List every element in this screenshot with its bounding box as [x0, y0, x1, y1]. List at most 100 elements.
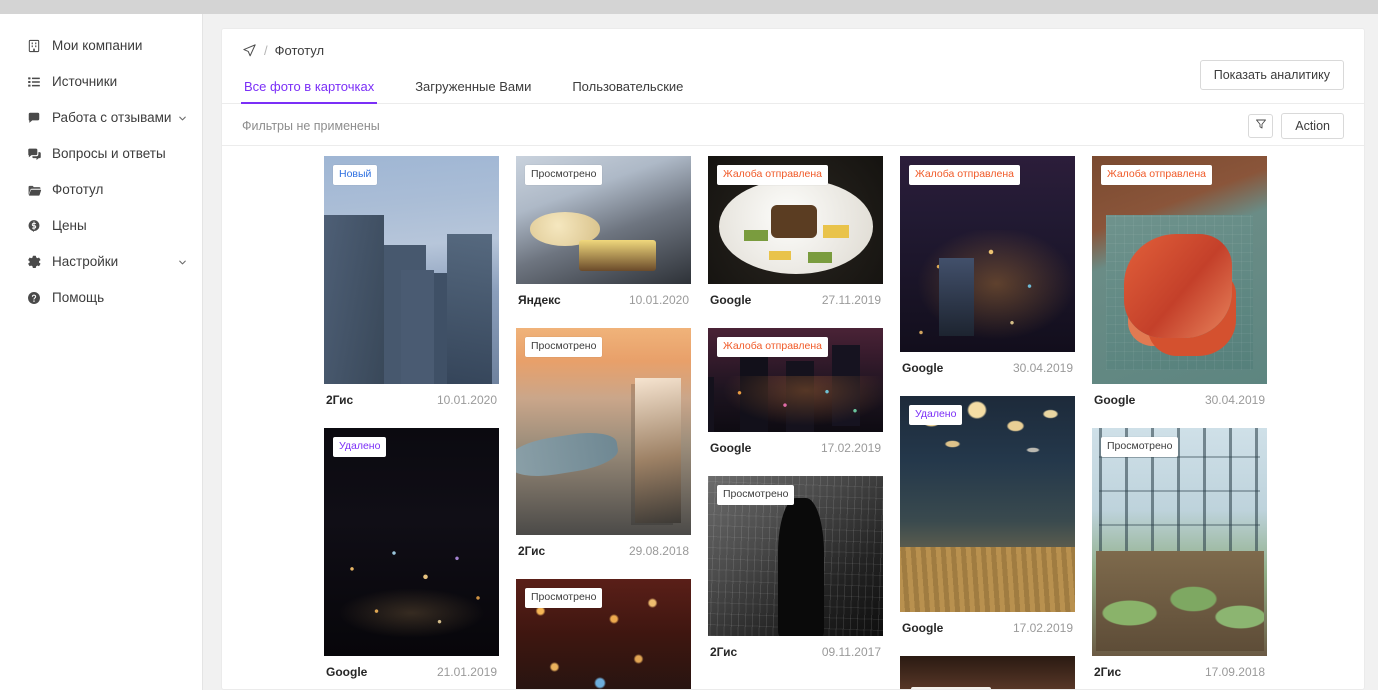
filter-bar: Фильтры не применены Action — [222, 104, 1364, 146]
photo-image — [516, 328, 691, 535]
chevron-down-icon[interactable] — [177, 257, 188, 268]
chevron-down-icon[interactable] — [177, 113, 188, 124]
photo-card[interactable]: Просмотрено 2Гис 17.09.2018 — [1092, 428, 1267, 679]
photo-caption: Google 17.02.2019 — [708, 432, 883, 455]
gallery-column: Просмотрено Яндекс 10.01.2020 Просмотрено 2Г… — [516, 156, 691, 689]
price-chat-icon — [26, 218, 42, 234]
gallery-columns: Новый 2Гис 10.01.2020 Удалено Google 21.01.20… — [222, 156, 1364, 689]
photo-date: 21.01.2019 — [436, 665, 497, 679]
photo-date: 10.01.2020 — [436, 393, 497, 407]
photo-date: 17.02.2019 — [1012, 621, 1073, 635]
photo-source: 2Гис — [710, 645, 738, 659]
photo-caption: Google 21.01.2019 — [324, 656, 499, 679]
photo-card[interactable]: Просмотрено Яндекс 10.01.2020 — [516, 156, 691, 307]
photo-thumbnail[interactable]: Просмотрено — [708, 476, 883, 636]
photo-source: Google — [710, 293, 752, 307]
photo-image — [1092, 428, 1267, 656]
photo-card[interactable]: Жалоба отправлена Google 17.02.2019 — [708, 328, 883, 455]
photo-source: 2Гис — [1094, 665, 1122, 679]
app-window: Мои компании Источники Работа с отзывами Во… — [0, 14, 1378, 690]
sidebar-item-label: Мои компании — [52, 38, 143, 54]
sidebar-item-мои-компании[interactable]: Мои компании — [0, 28, 202, 64]
photo-thumbnail[interactable]: Просмотрено — [516, 328, 691, 535]
status-badge: Жалоба отправлена — [717, 337, 828, 357]
send-icon[interactable] — [242, 43, 257, 58]
photo-card[interactable]: Жалоба отправлена Google 30.04.2019 — [900, 156, 1075, 375]
photo-thumbnail[interactable]: Жалоба отправлена — [1092, 156, 1267, 384]
building-icon — [26, 38, 42, 54]
photo-card[interactable]: Просмотрено 2Гис 29.08.2018 — [516, 328, 691, 558]
photo-date: 30.04.2019 — [1012, 361, 1073, 375]
sidebar-item-фототул[interactable]: Фототул — [0, 172, 202, 208]
photo-thumbnail[interactable] — [900, 656, 1075, 689]
chat-bubble-icon — [26, 110, 42, 126]
photo-source: Google — [710, 441, 752, 455]
status-badge: Просмотрено — [717, 485, 795, 505]
gallery-column: Жалоба отправлена Google 30.04.2019 Удалено… — [900, 156, 1075, 689]
photo-card[interactable]: Жалоба отправлена Google 30.04.2019 — [1092, 156, 1267, 407]
photo-image — [1092, 156, 1267, 384]
tab-2[interactable]: Пользовательские — [570, 79, 685, 103]
photo-thumbnail[interactable]: Удалено — [900, 396, 1075, 612]
photo-date: 09.11.2017 — [821, 645, 881, 659]
photo-image — [900, 156, 1075, 352]
photo-caption: 2Гис 09.11.2017 — [708, 636, 883, 659]
gallery-column: Новый 2Гис 10.01.2020 Удалено Google 21.01.20… — [324, 156, 499, 689]
sidebar-item-настройки[interactable]: Настройки — [0, 244, 202, 280]
photo-thumbnail[interactable]: Жалоба отправлена — [900, 156, 1075, 352]
photo-thumbnail[interactable]: Просмотрено — [516, 156, 691, 284]
gear-icon — [26, 254, 42, 270]
photo-thumbnail[interactable]: Удалено — [324, 428, 499, 656]
action-button[interactable]: Action — [1281, 112, 1344, 139]
breadcrumb: / Фототул — [222, 29, 1364, 68]
photo-thumbnail[interactable]: Новый — [324, 156, 499, 384]
content-panel: / Фототул Все фото в карточках Загруженны… — [221, 28, 1365, 690]
filter-actions: Action — [1248, 112, 1344, 139]
sidebar-item-источники[interactable]: Источники — [0, 64, 202, 100]
status-badge: Просмотрено — [1101, 437, 1179, 457]
sidebar-item-label: Вопросы и ответы — [52, 146, 166, 162]
status-badge: Удалено — [909, 405, 963, 425]
photo-thumbnail[interactable]: Просмотрено — [516, 579, 691, 689]
photo-source: Google — [326, 665, 368, 679]
sidebar: Мои компании Источники Работа с отзывами Во… — [0, 14, 203, 690]
photo-date: 29.08.2018 — [628, 544, 689, 558]
sidebar-item-label: Работа с отзывами — [52, 110, 172, 126]
status-badge: Жалоба отправлена — [717, 165, 828, 185]
sidebar-item-цены[interactable]: Цены — [0, 208, 202, 244]
photo-source: Google — [902, 361, 944, 375]
photo-caption: 2Гис 29.08.2018 — [516, 535, 691, 558]
tab-1[interactable]: Загруженные Вами — [413, 79, 533, 103]
photo-image — [324, 156, 499, 384]
gallery-column: Жалоба отправлена Google 30.04.2019 Просмот… — [1092, 156, 1267, 689]
sidebar-item-вопросы-и-ответы[interactable]: Вопросы и ответы — [0, 136, 202, 172]
photo-image — [900, 396, 1075, 612]
filter-funnel-icon — [1255, 117, 1267, 135]
sidebar-item-помощь[interactable]: Помощь — [0, 280, 202, 316]
photo-card[interactable]: Удалено Google 17.02.2019 — [900, 396, 1075, 635]
photo-card[interactable]: Удалено Google 21.01.2019 — [324, 428, 499, 679]
photo-card[interactable]: Просмотрено 2Гис 09.11.2017 — [708, 476, 883, 659]
status-badge: Жалоба отправлена — [1101, 165, 1212, 185]
tab-bar: Все фото в карточках Загруженные Вами Поль… — [222, 60, 1364, 104]
status-badge: Удалено — [333, 437, 387, 457]
photo-card[interactable]: Просмотрено — [516, 579, 691, 689]
show-analytics-button[interactable]: Показать аналитику — [1199, 60, 1344, 90]
photo-date: 17.09.2018 — [1204, 665, 1265, 679]
photo-thumbnail[interactable]: Жалоба отправлена — [708, 328, 883, 432]
photo-card[interactable]: Новый 2Гис 10.01.2020 — [324, 156, 499, 407]
photo-thumbnail[interactable]: Просмотрено — [1092, 428, 1267, 656]
list-icon — [26, 74, 42, 90]
help-circle-icon — [26, 290, 42, 306]
photo-thumbnail[interactable]: Жалоба отправлена — [708, 156, 883, 284]
photo-source: Google — [902, 621, 944, 635]
photo-date: 17.02.2019 — [820, 441, 881, 455]
photo-image — [900, 656, 1075, 689]
sidebar-item-label: Фототул — [52, 182, 104, 198]
photo-card[interactable] — [900, 656, 1075, 689]
sidebar-item-работа-с-отзывами[interactable]: Работа с отзывами — [0, 100, 202, 136]
filter-icon-button[interactable] — [1248, 113, 1274, 138]
sidebar-item-label: Настройки — [52, 254, 119, 270]
tab-0[interactable]: Все фото в карточках — [240, 79, 378, 104]
photo-card[interactable]: Жалоба отправлена Google 27.11.2019 — [708, 156, 883, 307]
